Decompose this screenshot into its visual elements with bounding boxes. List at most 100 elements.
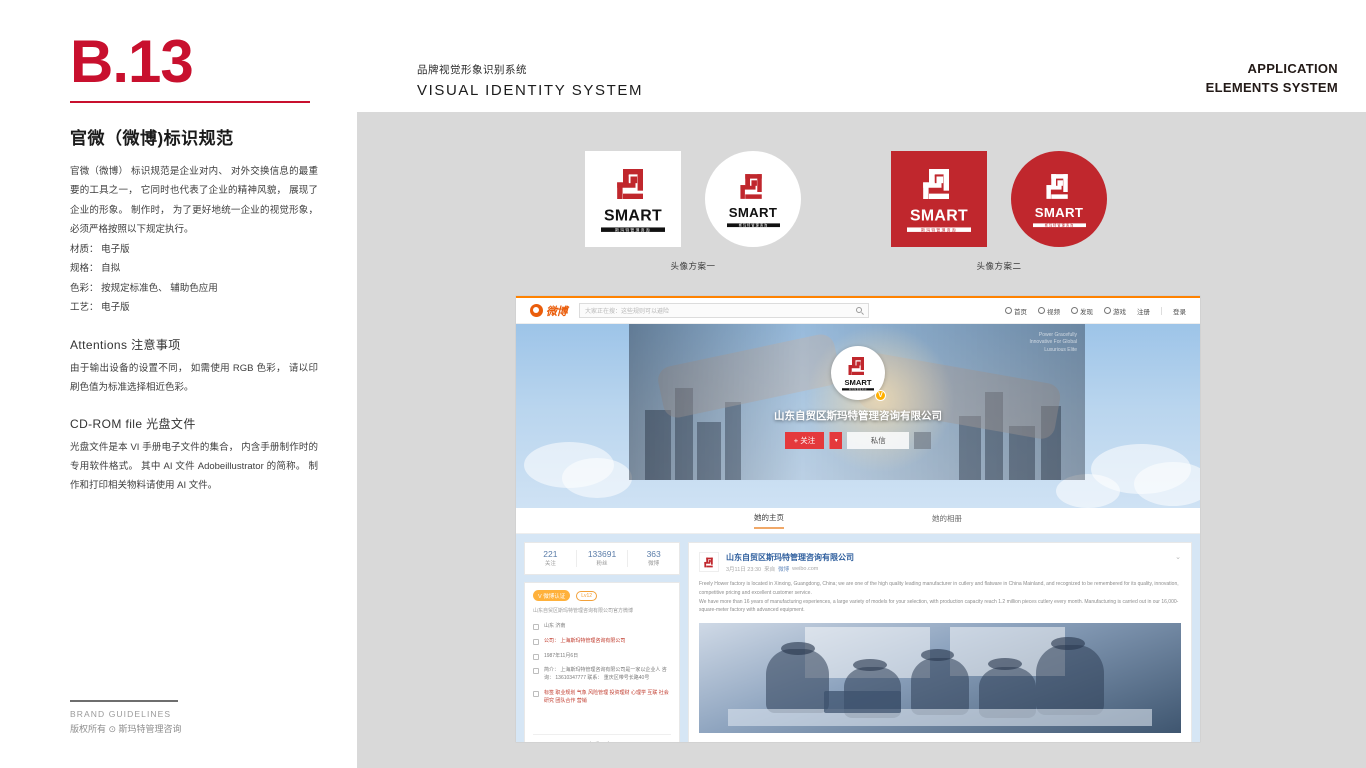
tab-album[interactable]: 她的相册 <box>932 513 962 528</box>
smart-pinwheel-icon <box>613 164 653 204</box>
stat-label: 粉丝 <box>596 561 608 568</box>
search-input[interactable]: 大家正在搜：这些规则可以避险 <box>579 303 869 318</box>
nav-item-video[interactable]: 视频 <box>1038 306 1060 316</box>
smart-pinwheel-icon <box>919 164 959 204</box>
stat-following[interactable]: 221 关注 <box>525 548 577 568</box>
avatar-square-light: SMART 斯玛特管理咨询 <box>585 151 681 247</box>
chevron-down-icon[interactable]: ⌄ <box>1175 553 1181 561</box>
profile-avatar[interactable]: SMART 斯玛特管理咨询 V <box>831 346 886 401</box>
attentions-body: 由于输出设备的设置不同， 如需使用 RGB 色彩， 请以印刷色值为标准选择相近色… <box>70 362 318 393</box>
wordmark: SMART <box>844 378 871 387</box>
follow-dropdown-caret-icon[interactable]: ▾ <box>829 432 843 449</box>
post-meta: 3月11日 23:30 来自 微博 weibo.com <box>726 565 854 573</box>
info-row: 标签 职业规划 气象 风险管理 投资理财 心理学 互联 社会研究 团队合作 营销 <box>533 690 671 706</box>
info-text: 简介： 上海斯玛特管理咨询有限公司是一家以企业人 咨询： 13610347777… <box>544 667 667 681</box>
wordmark: SMART <box>597 206 669 225</box>
profile-sidebar: 221 关注 133691 粉丝 363 微博 V 微博认证 Lv12 山东自贸… <box>524 542 680 742</box>
person-shape <box>911 658 969 716</box>
header-section-label: APPLICATION ELEMENTS SYSTEM <box>1206 60 1338 98</box>
nav-divider <box>1161 306 1162 315</box>
svg-text:斯玛特管理咨询: 斯玛特管理咨询 <box>921 227 957 232</box>
weibo-eye-icon <box>530 304 543 317</box>
nav-label: 首页 <box>1014 308 1027 316</box>
wordmark-subtitle: 斯玛特管理咨询 <box>601 226 665 234</box>
person-shape <box>1036 645 1104 716</box>
stats-bar: 221 关注 133691 粉丝 363 微博 <box>524 542 680 575</box>
header-title-cn: 品牌视觉形象识别系统 <box>417 64 527 76</box>
svg-text:SMART: SMART <box>844 378 871 387</box>
person-head-shape <box>780 641 815 655</box>
smart-pinwheel-icon <box>1043 170 1076 203</box>
post-image[interactable] <box>699 623 1181 733</box>
wordmark-subtitle: 斯玛特管理咨询 <box>726 222 780 229</box>
post-source[interactable]: 微博 <box>778 565 789 573</box>
page-root: B.13 官微（微博)标识规范 官微（微博） 标识规范是企业对内、 对外交换信息… <box>0 0 1366 768</box>
section-title: 官微（微博)标识规范 <box>70 129 234 148</box>
more-options-button[interactable] <box>914 432 932 449</box>
profile-banner: Power Gracefully Innovative For Global L… <box>516 324 1200 508</box>
info-text[interactable]: 标签 职业规划 气象 风险管理 投资理财 心理学 互联 社会研究 团队合作 营销 <box>544 690 671 706</box>
weibo-navbar: 微博 大家正在搜：这些规则可以避险 首页 视频 发现 游戏 注册 登录 <box>516 298 1200 324</box>
link-icon <box>533 638 539 645</box>
search-icon[interactable] <box>856 307 862 313</box>
info-text[interactable]: 公司： 上海斯玛特管理咨询有限公司 <box>544 638 625 646</box>
follow-button[interactable]: + 关注 <box>784 432 825 449</box>
header-section-line1: APPLICATION <box>1247 61 1338 76</box>
svg-text:SMART: SMART <box>729 205 777 220</box>
footer-brand-en: BRAND GUIDELINES <box>70 708 172 719</box>
person-shape <box>766 649 830 714</box>
wordmark-subtitle: 斯玛特管理咨询 <box>842 387 874 391</box>
weibo-logo[interactable]: 微博 <box>530 303 568 319</box>
home-icon <box>1005 307 1012 314</box>
post-time: 3月11日 23:30 <box>726 567 762 573</box>
logo-lockup: SMART 斯玛特管理咨询 <box>723 170 783 229</box>
info-row: 山东 济南 <box>533 623 671 631</box>
spec-item: 色彩： 按规定标准色、 辅助色应用 <box>70 282 218 294</box>
weibo-logo-text: 微博 <box>546 305 568 318</box>
svg-text:斯玛特管理咨询: 斯玛特管理咨询 <box>1044 222 1074 227</box>
nav-item-discover[interactable]: 发现 <box>1071 306 1093 316</box>
specimen-caption: 头像方案二 <box>976 261 1022 271</box>
smart-pinwheel-icon <box>703 557 713 567</box>
post-author[interactable]: 山东自贸区斯玛特管理咨询有限公司 <box>726 552 854 563</box>
footer-divider <box>70 700 178 702</box>
chevron-right-icon: › <box>615 742 617 743</box>
post-avatar[interactable] <box>699 552 719 572</box>
message-button[interactable]: 私信 <box>847 432 910 449</box>
logo-lockup-inverse: SMART 斯玛特管理咨询 <box>1029 170 1089 229</box>
nav-label: 登录 <box>1173 308 1186 316</box>
avatar-square-red: SMART 斯玛特管理咨询 <box>891 151 987 247</box>
tab-home[interactable]: 她的主页 <box>754 512 784 529</box>
level-badge[interactable]: Lv12 <box>576 590 598 601</box>
avatar-circle-red: SMART 斯玛特管理咨询 <box>1011 151 1107 247</box>
verified-badge[interactable]: V 微博认证 <box>533 590 571 601</box>
stat-value: 221 <box>543 548 558 559</box>
wordmark: SMART <box>903 206 975 225</box>
desk-shape <box>727 708 1153 727</box>
info-text: 1987年11月6日 <box>544 652 579 659</box>
compass-icon <box>1071 307 1078 314</box>
info-row: 简介： 上海斯玛特管理咨询有限公司是一家以企业人 咨询： 13610347777… <box>533 667 671 683</box>
spec-list: 材质： 电子版 规格： 自拟 色彩： 按规定标准色、 辅助色应用 工艺： 电子版 <box>70 240 318 318</box>
spec-item: 材质： 电子版 <box>70 243 130 255</box>
profile-description: 山东自贸区斯玛特管理咨询有限公司官方微博 <box>533 608 634 614</box>
stat-label: 微博 <box>648 561 660 568</box>
smart-pinwheel-icon <box>737 170 770 203</box>
svg-text:斯玛特管理咨询: 斯玛特管理咨询 <box>615 227 651 232</box>
nav-label: 发现 <box>1080 308 1093 316</box>
view-more-button[interactable]: 查看更多 › <box>533 734 671 742</box>
svg-text:SMART: SMART <box>910 208 968 225</box>
nav-item-home[interactable]: 首页 <box>1005 306 1027 316</box>
info-text: 山东 济南 <box>544 623 566 629</box>
profile-actions: + 关注 ▾ 私信 <box>784 432 932 449</box>
svg-text:斯玛特管理咨询: 斯玛特管理咨询 <box>738 222 768 227</box>
video-icon <box>1038 307 1045 314</box>
wordmark-subtitle: 斯玛特管理咨询 <box>907 226 971 234</box>
cdrom-heading: CD-ROM file 光盘文件 <box>70 416 196 431</box>
nav-item-game[interactable]: 游戏 <box>1104 306 1126 316</box>
nav-item-login[interactable]: 登录 <box>1173 306 1186 316</box>
nav-item-register[interactable]: 注册 <box>1137 306 1150 316</box>
weibo-nav-right: 首页 视频 发现 游戏 注册 登录 <box>1005 306 1186 316</box>
stat-posts[interactable]: 363 微博 <box>628 549 679 568</box>
stat-fans[interactable]: 133691 粉丝 <box>577 549 629 568</box>
